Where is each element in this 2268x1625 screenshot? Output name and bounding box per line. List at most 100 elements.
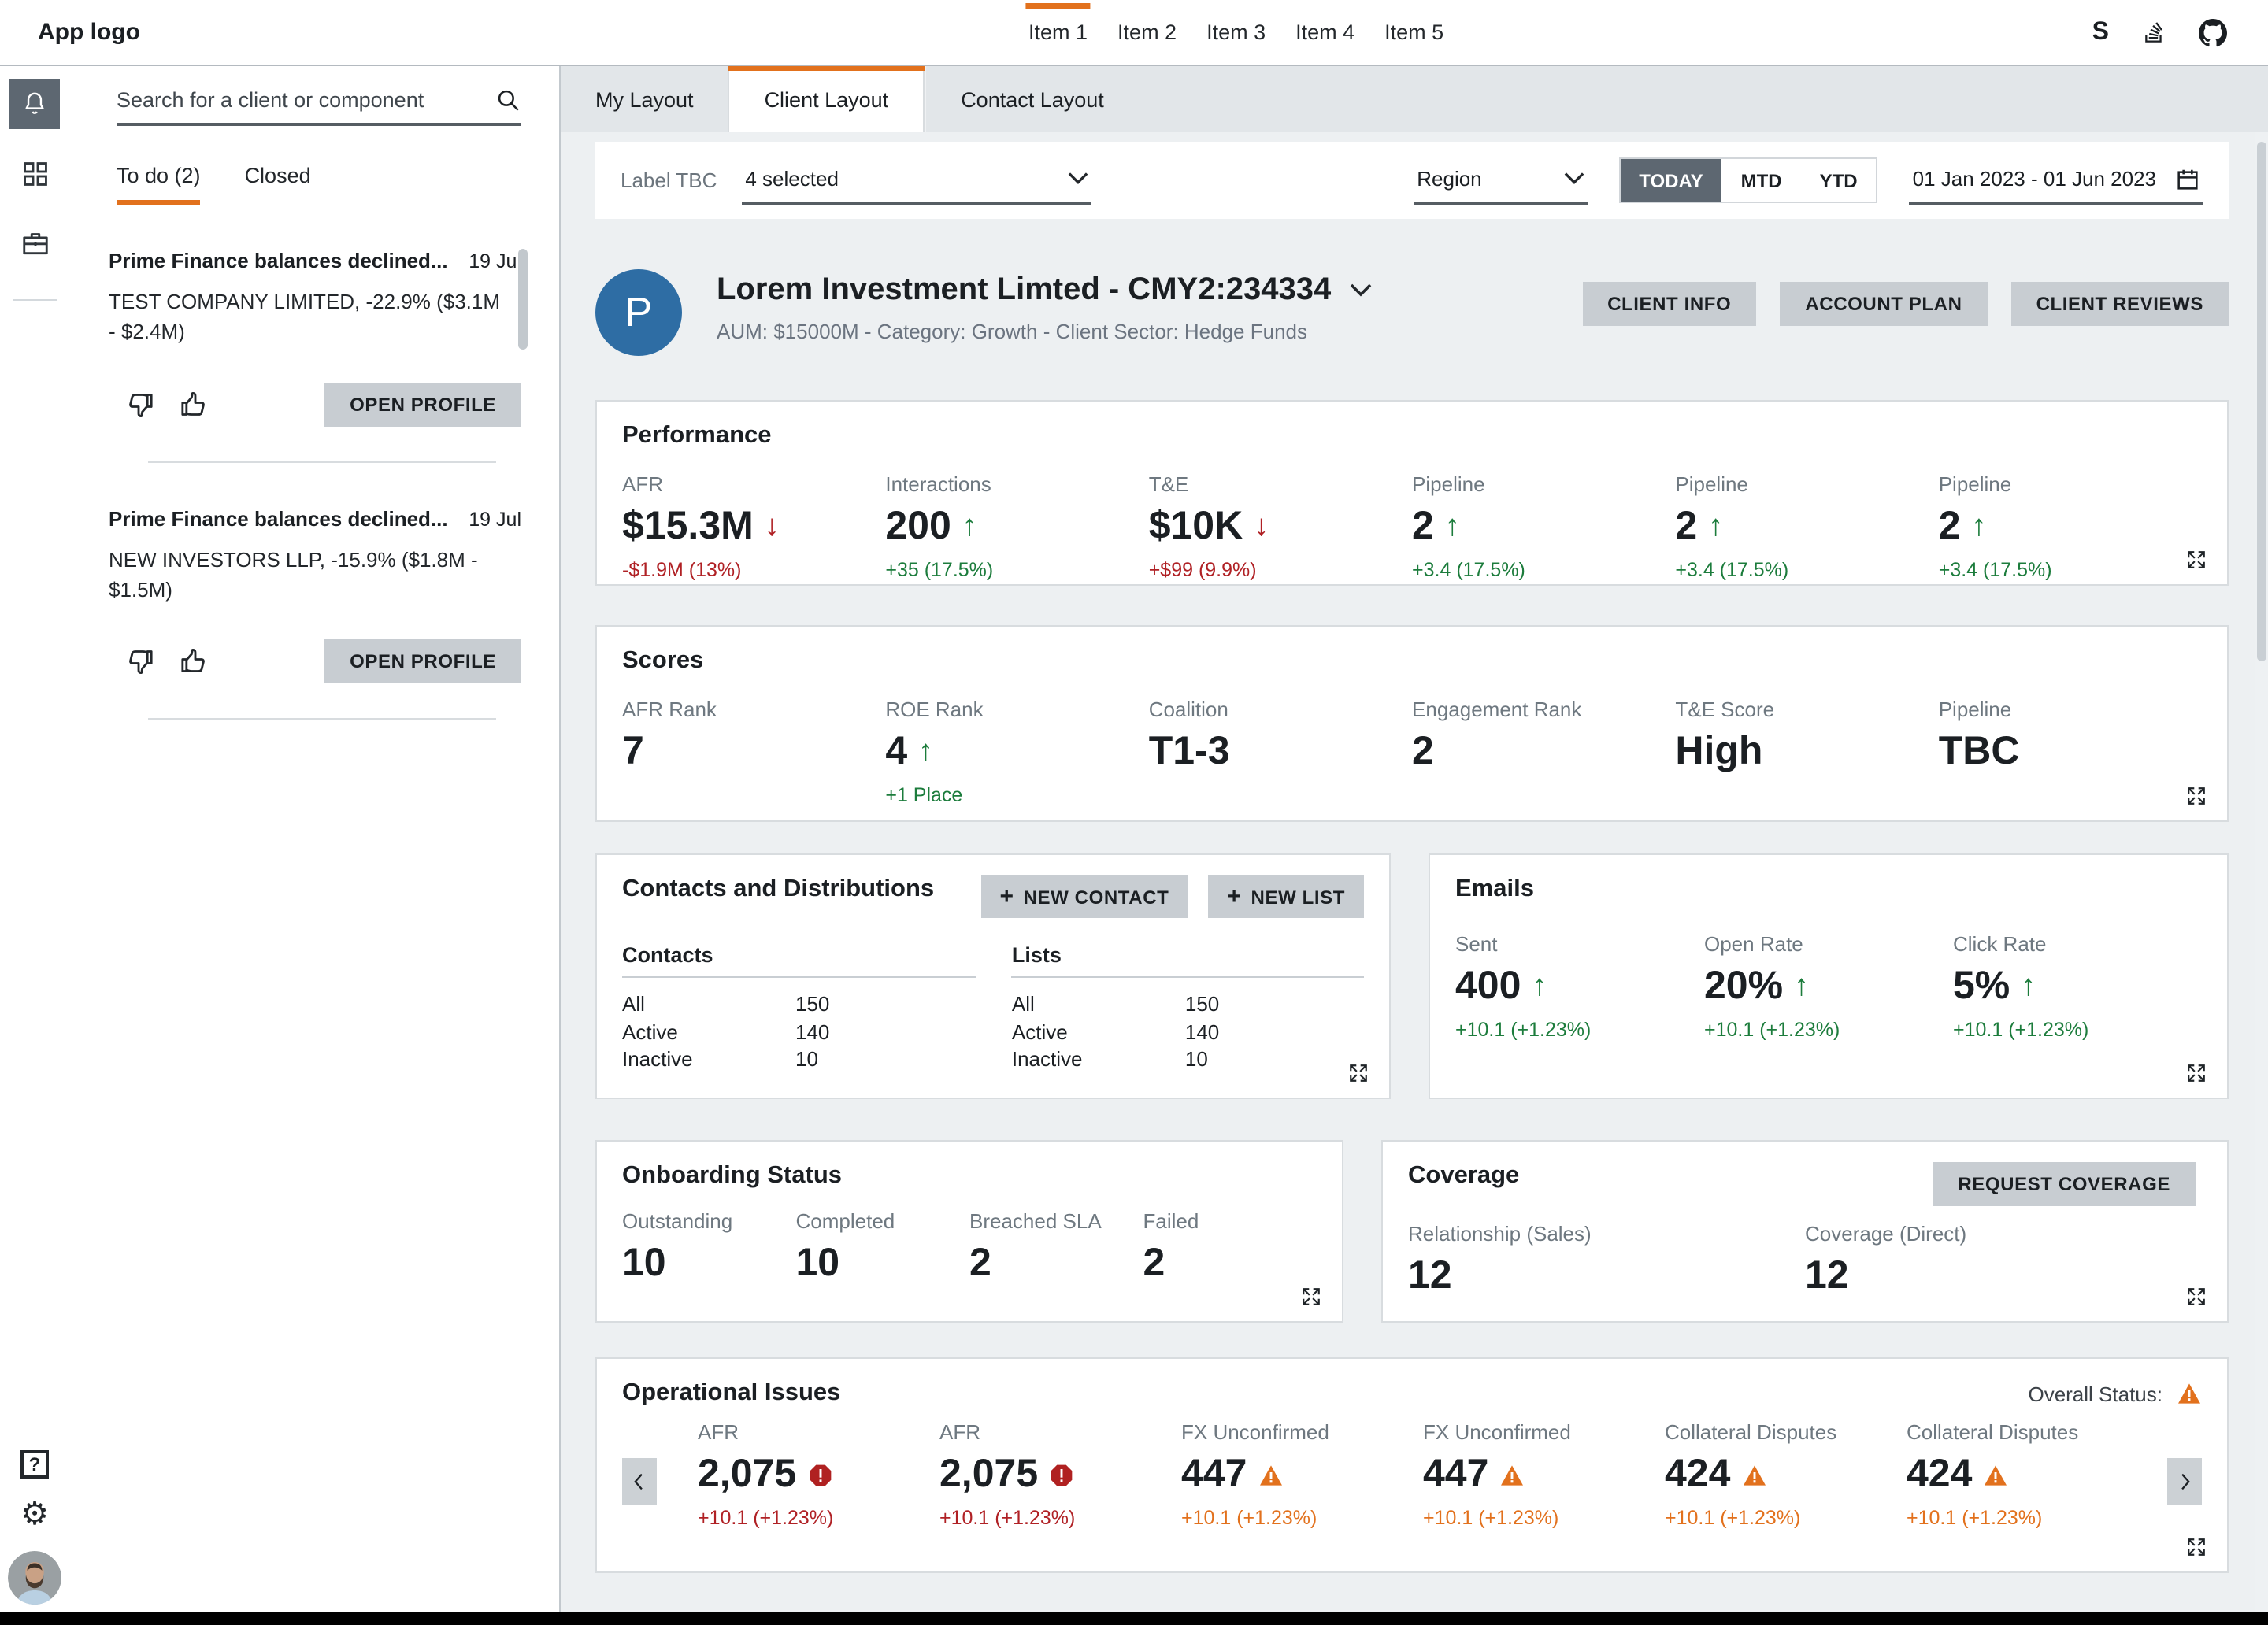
overall-status: Overall Status: [2028, 1381, 2202, 1406]
region-value: Region [1417, 167, 1481, 191]
table-row: Active140 [1012, 1018, 1364, 1046]
client-header-buttons: CLIENT INFO ACCOUNT PLAN CLIENT REVIEWS [1582, 282, 2229, 326]
metric-completed: Completed 10 [796, 1209, 970, 1286]
thumbs-up-icon[interactable] [178, 646, 209, 678]
metric-coverage-direct: Coverage (Direct) 12 [1805, 1222, 2202, 1299]
warning-triangle-icon [1258, 1462, 1283, 1487]
expand-icon[interactable] [2186, 1537, 2207, 1557]
search-field [117, 87, 521, 126]
client-info-button[interactable]: CLIENT INFO [1582, 282, 1756, 326]
rail-divider [13, 299, 57, 301]
new-contact-button[interactable]: + NEW CONTACT [980, 875, 1188, 918]
card-title: Contacts and Distributions [622, 875, 934, 904]
period-toggle-group: TODAY MTD YTD [1618, 157, 1877, 203]
grid-icon [20, 158, 50, 188]
card-title: Operational Issues [622, 1379, 840, 1408]
contacts-card: Contacts and Distributions + NEW CONTACT… [595, 853, 1391, 1099]
table-header: Lists [1012, 943, 1364, 978]
workspace-rail-button[interactable] [9, 217, 60, 268]
toggle-mtd[interactable]: MTD [1722, 159, 1801, 202]
todo-card-date: 19 Jul [469, 250, 521, 272]
filter-label: Label TBC [621, 168, 717, 192]
metric-engagement-rank: Engagement Rank 2 [1412, 698, 1675, 806]
expand-icon[interactable] [1301, 1286, 1321, 1307]
multiselect-value: 4 selected [745, 167, 839, 191]
client-avatar: P [595, 269, 682, 356]
up-arrow-icon: ↑ [962, 509, 977, 544]
up-arrow-icon: ↑ [1794, 969, 1809, 1004]
tab-todo[interactable]: To do (2) [117, 164, 201, 205]
metric-click-rate: Click Rate 5%↑ +10.1 (+1.23%) [1953, 932, 2202, 1041]
user-avatar[interactable] [8, 1551, 61, 1605]
scroll-right-button[interactable] [2167, 1458, 2202, 1505]
down-arrow-icon: ↓ [765, 509, 780, 544]
client-header: P Lorem Investment Limted - CMY2:234334 … [595, 269, 2229, 356]
todo-card: Prime Finance balances declined... 19 Ju… [69, 462, 559, 720]
expand-icon[interactable] [2186, 786, 2207, 806]
metric-fx-unconfirmed: FX Unconfirmed 447 +10.1 (+1.23%) [1181, 1420, 1423, 1529]
feedback-buttons [124, 646, 209, 678]
stackoverflow-icon[interactable] [2140, 19, 2167, 46]
s-logo-icon[interactable]: S [2092, 18, 2109, 46]
metric-interactions: Interactions 200↑ +35 (17.5%) [885, 472, 1148, 581]
tab-client-layout[interactable]: Client Layout [728, 66, 925, 132]
tab-my-layout[interactable]: My Layout [561, 66, 728, 132]
warning-triangle-icon [1499, 1462, 1525, 1487]
github-icon[interactable] [2199, 18, 2227, 46]
metric-fx-unconfirmed: FX Unconfirmed 447 +10.1 (+1.23%) [1423, 1420, 1665, 1529]
todo-scrollbar[interactable] [518, 249, 528, 350]
label-multiselect[interactable]: 4 selected [742, 157, 1091, 204]
metric-afr-issues: AFR 2,075 +10.1 (+1.23%) [939, 1420, 1181, 1529]
main-scrollbar-thumb[interactable] [2257, 142, 2266, 661]
expand-icon[interactable] [1348, 1063, 1369, 1083]
account-plan-button[interactable]: ACCOUNT PLAN [1780, 282, 1987, 326]
notifications-rail-button[interactable] [9, 79, 60, 129]
expand-icon[interactable] [2186, 1063, 2207, 1083]
chevron-left-icon [628, 1471, 650, 1493]
region-select[interactable]: Region [1414, 157, 1587, 204]
topbar-icons: S [2092, 18, 2227, 46]
tab-closed[interactable]: Closed [245, 164, 311, 205]
contacts-table: Contacts All150 Active140 Inactive10 [622, 943, 977, 1073]
metric-failed: Failed 2 [1143, 1209, 1317, 1286]
nav-item-2[interactable]: Item 2 [1117, 0, 1177, 65]
client-subtitle: AUM: $15000M - Category: Growth - Client… [717, 320, 1372, 343]
gear-icon: ⚙ [20, 1497, 49, 1532]
search-input[interactable] [117, 88, 482, 112]
settings-button[interactable]: ⚙ [20, 1499, 49, 1531]
calendar-icon [2175, 166, 2200, 191]
toggle-today[interactable]: TODAY [1620, 159, 1721, 202]
date-range-picker[interactable]: 01 Jan 2023 - 01 Jun 2023 [1910, 157, 2203, 204]
metric-te: T&E $10K↓ +$99 (9.9%) [1149, 472, 1412, 581]
client-chevron-down-icon[interactable] [1350, 283, 1372, 298]
expand-icon[interactable] [2186, 550, 2207, 570]
new-list-button[interactable]: + NEW LIST [1208, 875, 1364, 918]
thumbs-down-icon[interactable] [124, 646, 156, 678]
date-range-value: 01 Jan 2023 - 01 Jun 2023 [1913, 167, 2156, 191]
nav-item-3[interactable]: Item 3 [1206, 0, 1266, 65]
expand-icon[interactable] [2186, 1286, 2207, 1307]
performance-card: Performance AFR $15.3M↓ -$1.9M (13%) Int… [595, 400, 2229, 586]
card-title: Onboarding Status [622, 1162, 1317, 1190]
todo-panel: To do (2) Closed Prime Finance balances … [69, 66, 561, 1612]
client-reviews-button[interactable]: CLIENT REVIEWS [2011, 282, 2229, 326]
search-icon[interactable] [495, 87, 521, 113]
metric-coalition: Coalition T1-3 [1149, 698, 1412, 806]
help-button[interactable]: ? [20, 1450, 49, 1479]
metric-collateral-disputes: Collateral Disputes 424 +10.1 (+1.23%) [1907, 1420, 2148, 1529]
dashboard-rail-button[interactable] [9, 148, 60, 198]
toggle-ytd[interactable]: YTD [1801, 159, 1877, 202]
tab-contact-layout[interactable]: Contact Layout [925, 66, 1139, 132]
metric-open-rate: Open Rate 20%↑ +10.1 (+1.23%) [1704, 932, 1953, 1041]
nav-item-1[interactable]: Item 1 [1028, 0, 1088, 65]
thumbs-up-icon[interactable] [178, 388, 209, 420]
open-profile-button[interactable]: OPEN PROFILE [324, 382, 521, 426]
nav-item-4[interactable]: Item 4 [1295, 0, 1354, 65]
open-profile-button[interactable]: OPEN PROFILE [324, 640, 521, 684]
table-row: Active140 [622, 1018, 977, 1046]
thumbs-down-icon[interactable] [124, 388, 156, 420]
main-scrollbar[interactable] [2255, 132, 2268, 1612]
request-coverage-button[interactable]: REQUEST COVERAGE [1933, 1162, 2196, 1206]
scroll-left-button[interactable] [622, 1458, 657, 1505]
nav-item-5[interactable]: Item 5 [1384, 0, 1443, 65]
